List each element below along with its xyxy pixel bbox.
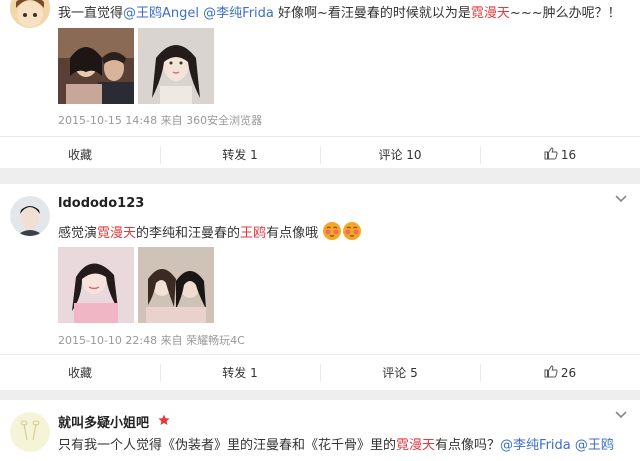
photo-thumbnail[interactable] [138,28,214,104]
like-icon [544,146,558,163]
highlight-link[interactable]: 霓漫天 [396,438,435,453]
mention-link[interactable]: @李纯Frida [500,438,571,453]
comment-text: 只有我一个人觉得《伪装者》里的汪曼春和《花千骨》里的霓漫天有点像吗？@李纯Fri… [58,437,620,455]
mention-link[interactable]: @王鸥Angel [123,6,199,21]
username[interactable]: ldododo123 [58,196,144,211]
vip-star-icon [158,414,170,425]
chevron-down-icon[interactable] [614,194,628,204]
repost-button[interactable]: 转发 1 [160,355,320,390]
like-button[interactable]: 16 [480,137,640,172]
comment-card-2: ldododo123 感觉演霓漫天的李纯和汪曼春的王鸥有点像哦 2015-10-… [0,184,640,390]
like-count: 26 [560,365,577,380]
photo-thumbnail[interactable] [58,28,134,104]
collect-button[interactable]: 收藏 [0,137,160,172]
comment-text: 我一直觉得@王鸥Angel @李纯Frida 好像啊~看汪曼春的时候就以为是霓漫… [58,5,621,23]
repost-label: 转发 1 [222,148,258,162]
comment-meta: 2015-10-15 14:48 来自 360安全浏览器 [58,114,263,127]
highlight-link[interactable]: 王鸥 [240,226,266,241]
mention-link[interactable]: @李纯Frida [203,6,274,21]
collect-button[interactable]: 收藏 [0,355,160,390]
text-segment: 感觉演 [58,226,98,241]
action-bar: 收藏 转发 1 评论 5 26 [0,354,640,390]
shy-emoji-icon [343,222,362,240]
avatar[interactable] [10,412,50,452]
comment-button[interactable]: 评论 5 [320,355,480,390]
text-segment: 好像啊~看汪曼春的时候就以为是 [273,6,471,21]
text-segment: 的李纯和汪曼春的 [136,226,241,241]
comment-label: 评论 10 [378,148,422,162]
action-bar: 收藏 转发 1 评论 10 16 [0,136,640,172]
shy-emoji-icon [323,222,342,240]
text-segment: 有点像吗？ [435,438,501,453]
like-button[interactable]: 26 [480,355,640,390]
comment-button[interactable]: 评论 10 [320,137,480,172]
highlight-link[interactable]: 霓漫天 [97,226,136,241]
photo-thumbnail[interactable] [58,247,134,323]
collect-label: 收藏 [67,366,92,380]
comment-card-3: 就叫多疑小姐吧 只有我一个人觉得《伪装者》里的汪曼春和《花千骨》里的霓漫天有点像… [0,400,640,461]
chevron-down-icon[interactable] [614,410,628,420]
avatar[interactable] [10,0,50,28]
text-segment: 有点像哦 [266,226,319,241]
comment-text: 感觉演霓漫天的李纯和汪曼春的王鸥有点像哦 [58,221,620,243]
comment-label: 评论 5 [382,366,418,380]
like-count: 16 [560,147,577,162]
comment-meta: 2015-10-10 22:48 来自 荣耀畅玩4C [58,334,245,347]
photo-thumbnail[interactable] [138,247,214,323]
highlight-link[interactable]: 霓漫天 [471,6,510,21]
like-icon [544,364,558,381]
avatar[interactable] [10,196,50,236]
mention-link[interactable]: @王鸥 [575,438,614,453]
repost-label: 转发 1 [222,366,258,380]
repost-button[interactable]: 转发 1 [160,137,320,172]
username[interactable]: 就叫多疑小姐吧 [58,412,149,431]
text-segment: ~~~肿么办呢？！ [509,6,621,21]
text-segment: 只有我一个人觉得《伪装者》里的汪曼春和《花千骨》里的 [58,438,397,453]
text-segment: 我一直觉得 [58,6,124,21]
comment-card-1: 我一直觉得@王鸥Angel @李纯Frida 好像啊~看汪曼春的时候就以为是霓漫… [0,0,640,168]
collect-label: 收藏 [67,148,92,162]
